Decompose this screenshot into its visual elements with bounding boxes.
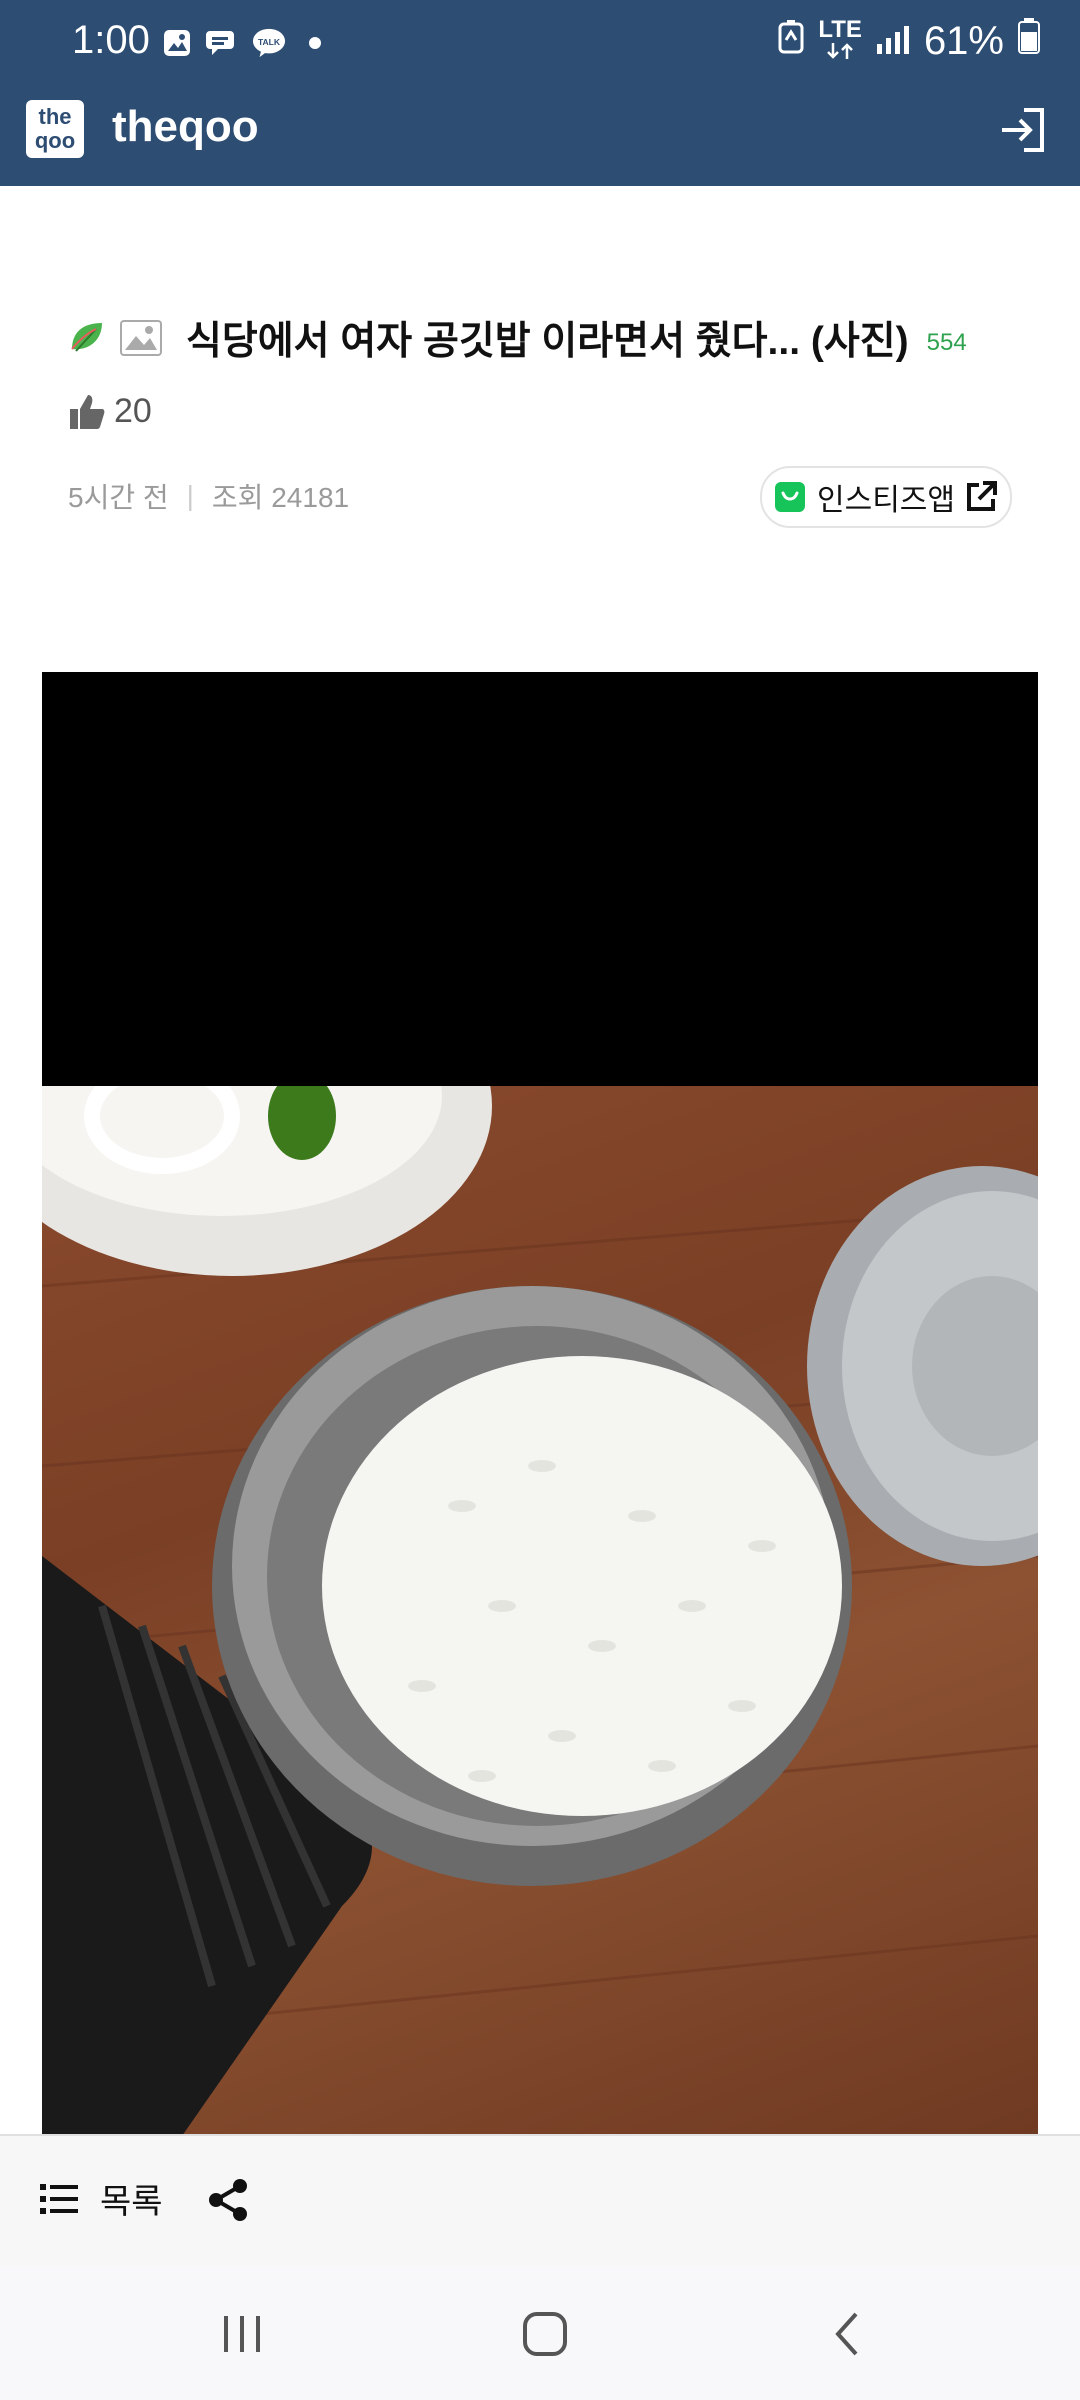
image-black-area [42,672,1038,1086]
svg-text:TALK: TALK [258,37,281,47]
insti-logo-icon [775,482,805,512]
back-button[interactable] [818,2304,878,2364]
view-count: 조회 24181 [211,482,350,513]
theqoo-logo[interactable]: the qoo [26,100,84,158]
battery-icon [1018,18,1040,64]
insti-app-button[interactable]: 인스티즈앱 [760,466,1012,528]
thumbs-up-icon[interactable] [68,393,106,431]
post-time: 5시간 전 [68,482,169,513]
list-button[interactable]: 목록 [40,2174,163,2223]
status-right: LTE 61% [778,18,1040,64]
notification-icons: TALK [160,26,332,60]
dot-icon [298,26,332,60]
status-time: 1:00 [72,18,150,62]
bottom-toolbar: 목록 [0,2134,1080,2268]
data-saver-icon [778,19,804,64]
network-type: LTE [818,18,862,63]
kakaotalk-icon: TALK [252,26,286,60]
gallery-icon [160,26,194,60]
meta-divider: | [186,480,194,511]
external-link-icon [965,481,997,513]
insti-app-label: 인스티즈앱 [817,484,955,517]
login-icon[interactable] [998,104,1050,156]
post-title-row: 식당에서 여자 공깃밥 이라면서 줬다... (사진) 554 [68,310,1028,366]
rice-bowl-photo [42,936,1038,2136]
like-count: 20 [114,392,152,430]
app-title[interactable]: theqoo [112,102,259,152]
app-header: the qoo theqoo [0,88,1080,186]
post-meta: 5시간 전 | 조회 24181 [68,476,349,516]
post-title: 식당에서 여자 공깃밥 이라면서 줬다... (사진) [186,320,909,363]
like-row: 20 [68,392,152,431]
comment-count[interactable]: 554 [927,329,967,357]
system-nav-bar [0,2266,1080,2400]
list-icon [40,2182,78,2216]
recent-apps-button[interactable] [212,2304,272,2364]
list-label: 목록 [100,2183,163,2221]
signal-icon [876,19,910,64]
image-icon [120,320,162,356]
top-bar: 1:00 TALK LTE 61% the qoo theqoo [0,0,1080,186]
leaf-icon [68,319,106,357]
home-button[interactable] [515,2304,575,2364]
battery-percent: 61% [923,18,1004,63]
status-bar: 1:00 TALK LTE 61% [0,0,1080,88]
chat-bubble-icon [206,26,240,60]
share-icon[interactable] [208,2178,248,2222]
post-image[interactable] [42,672,1038,2136]
